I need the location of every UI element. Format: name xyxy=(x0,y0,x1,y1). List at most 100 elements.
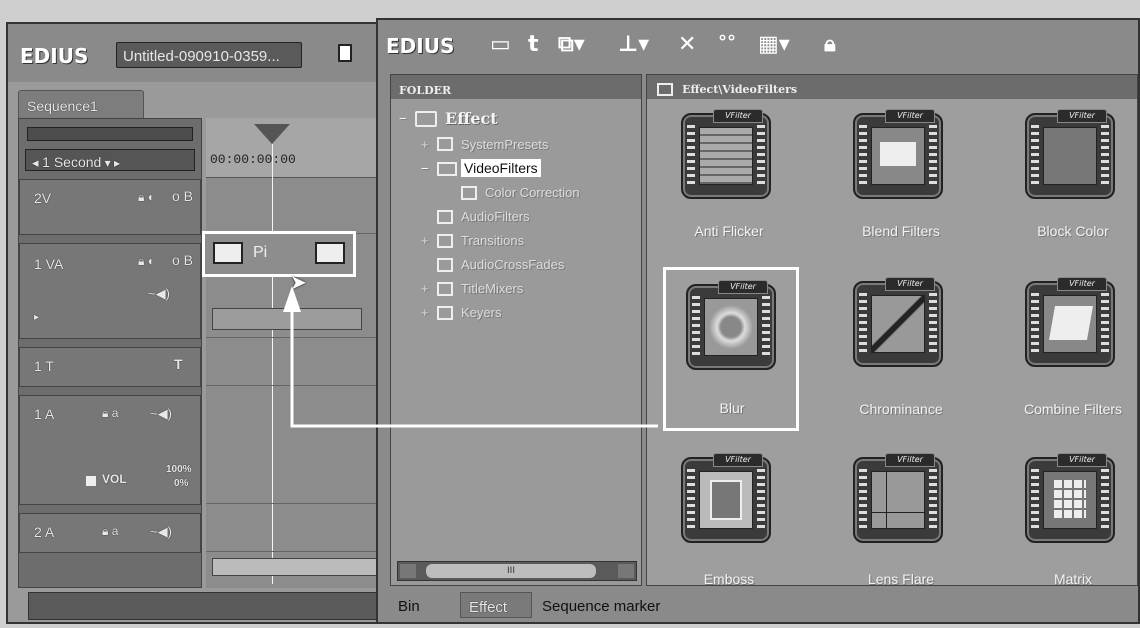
audio-waveform-icon[interactable]: ~◀) xyxy=(150,406,172,422)
track-lock-icon[interactable]: 🔒︎ ◐ xyxy=(138,190,155,205)
track-lock-icon[interactable]: 🔒︎ ◐ xyxy=(138,254,155,269)
tree-label: AudioFilters xyxy=(461,209,530,224)
tree-item-transitions[interactable]: + Transitions xyxy=(421,231,641,253)
track-name: 2V xyxy=(34,190,52,206)
track-header-2a[interactable]: 2 A 🔒︎ a ~◀) xyxy=(19,513,201,553)
folder-icon[interactable]: ▭ xyxy=(490,34,511,56)
tree-toggle[interactable]: + xyxy=(421,305,429,320)
folder-icon xyxy=(437,210,453,224)
folder-open-icon xyxy=(437,162,457,176)
effect-item-anti-flicker[interactable]: VFilter Anti Flicker xyxy=(647,103,811,263)
effect-label: Matrix xyxy=(1053,571,1093,586)
tree-item-effect[interactable]: − Effect xyxy=(399,109,619,133)
tree-toggle[interactable]: + xyxy=(421,233,429,248)
track-lock-icon[interactable]: 🔒︎ a xyxy=(102,524,118,539)
matrix-icon: VFilter xyxy=(1025,453,1115,543)
up-folder-icon[interactable]: t xyxy=(528,34,539,56)
track-header-1t[interactable]: 1 T T xyxy=(19,347,201,387)
effect-item-matrix[interactable]: VFilter Matrix xyxy=(991,443,1137,586)
tab-bin[interactable]: Bin xyxy=(390,592,450,618)
tab-sequence1[interactable]: Sequence1 xyxy=(18,90,144,118)
clip-thumbnail-icon xyxy=(315,242,345,264)
audio-clip-bar[interactable] xyxy=(212,308,362,330)
time-ruler[interactable] xyxy=(206,118,382,178)
track-header-2v[interactable]: 2V 🔒︎ ◐ o B xyxy=(19,179,201,235)
effect-item-lens-flare[interactable]: VFilter Lens Flare xyxy=(819,443,983,585)
properties-icon[interactable]: °° xyxy=(718,34,736,52)
app-logo: EDIUS xyxy=(386,34,455,58)
scroll-thumb[interactable]: III xyxy=(426,564,596,578)
lens-flare-icon: VFilter xyxy=(853,453,943,543)
effect-item-blur[interactable]: VFilter Blur xyxy=(663,267,799,431)
playhead-marker[interactable] xyxy=(254,124,290,144)
copy-icon[interactable]: ⧉▾ xyxy=(558,34,585,56)
tab-sequence-marker-label: Sequence marker xyxy=(542,598,661,615)
tree-item-color-correction[interactable]: Color Correction xyxy=(457,183,637,205)
track-name: 1 A xyxy=(34,406,55,422)
audio-waveform-icon[interactable]: ~◀) xyxy=(148,286,170,302)
effect-item-emboss[interactable]: VFilter Emboss xyxy=(647,443,811,585)
tree-toggle[interactable]: + xyxy=(421,281,429,296)
track-header-column: ◂ 1 Second ▾ ▸ 2V 🔒︎ ◐ o B 1 VA 🔒︎ ◐ o B… xyxy=(18,118,202,588)
tree-item-keyers[interactable]: + Keyers xyxy=(421,303,641,325)
effect-label: Blur xyxy=(719,400,745,416)
project-title: Untitled-090910-0359... xyxy=(123,48,280,65)
tree-item-systempresets[interactable]: + SystemPresets xyxy=(421,135,641,157)
path-folder-icon xyxy=(657,83,673,96)
effect-item-combine-filters[interactable]: VFilter Combine Filters xyxy=(991,267,1137,427)
folder-scrollbar[interactable]: III xyxy=(397,561,637,581)
tree-toggle[interactable]: + xyxy=(421,137,429,152)
add-to-timeline-icon[interactable]: ⊥▾ xyxy=(618,34,649,56)
track-row-2v[interactable] xyxy=(206,178,382,234)
expand-arrow-icon[interactable]: ▸ xyxy=(34,312,39,323)
delete-icon[interactable]: ✕ xyxy=(678,34,696,56)
lock-icon[interactable]: 🔒︎ xyxy=(824,34,836,56)
effect-label: Block Color xyxy=(1037,223,1109,239)
effect-item-block-color[interactable]: VFilter Block Color xyxy=(991,103,1137,263)
emboss-icon: VFilter xyxy=(681,453,771,543)
tree-toggle[interactable]: − xyxy=(399,111,407,126)
scroll-left-arrow[interactable] xyxy=(400,564,416,578)
audio-waveform-icon[interactable]: ~◀) xyxy=(150,524,172,540)
track-row-1a[interactable] xyxy=(206,394,382,504)
track-controls[interactable]: o B xyxy=(172,252,193,268)
view-mode-icon[interactable]: ▦▾ xyxy=(758,34,790,56)
zoom-slider[interactable] xyxy=(27,127,193,141)
track-header-1a[interactable]: 1 A 🔒︎ a ~◀) VOL 100% 0% xyxy=(19,395,201,505)
zoom-label: 1 Second xyxy=(42,154,102,170)
video-clip[interactable]: Pi xyxy=(202,231,356,277)
track-header-1va[interactable]: 1 VA 🔒︎ ◐ o B ~◀) ▸ xyxy=(19,243,201,339)
timeline-scrollbar[interactable] xyxy=(212,558,380,576)
tree-item-titlemixers[interactable]: + TitleMixers xyxy=(421,279,641,301)
project-title-field[interactable]: Untitled-090910-0359... xyxy=(116,42,302,68)
combine-filters-icon: VFilter xyxy=(1025,277,1115,367)
zoom-selector[interactable]: ◂ 1 Second ▾ ▸ xyxy=(25,149,195,171)
track-controls[interactable]: T xyxy=(174,356,183,372)
effect-label: Blend Filters xyxy=(862,223,940,239)
effect-item-blend-filters[interactable]: VFilter Blend Filters xyxy=(819,103,983,263)
new-project-icon[interactable] xyxy=(338,44,352,62)
timecode-display: 00:00:00:00 xyxy=(210,152,296,167)
tab-effect[interactable]: Effect xyxy=(460,592,532,618)
track-lock-icon[interactable]: 🔒︎ a xyxy=(102,406,118,421)
tree-item-audiofilters[interactable]: AudioFilters xyxy=(437,207,637,229)
vol-icon xyxy=(86,476,96,486)
sequence-tab-label: Sequence1 xyxy=(27,98,98,114)
tree-label: Effect xyxy=(445,109,498,128)
tree-toggle[interactable]: − xyxy=(421,161,429,176)
timeline-title-bar: EDIUS Untitled-090910-0359... xyxy=(8,24,382,82)
track-row-2a[interactable] xyxy=(206,512,382,552)
track-row-1t[interactable] xyxy=(206,346,382,386)
path-header: Effect\VideoFilters xyxy=(682,83,798,96)
effect-item-chrominance[interactable]: VFilter Chrominance xyxy=(819,267,983,427)
tab-sequence-marker[interactable]: Sequence marker xyxy=(536,592,710,618)
scroll-right-arrow[interactable] xyxy=(618,564,634,578)
effect-label: Emboss xyxy=(703,571,755,586)
vol-label: VOL xyxy=(102,472,127,486)
track-controls[interactable]: o B xyxy=(172,188,193,204)
folder-tree: − Effect + SystemPresets − VideoFilters … xyxy=(391,103,641,563)
timeline-area[interactable]: 00:00:00:00 xyxy=(206,118,382,588)
tree-item-videofilters[interactable]: − VideoFilters xyxy=(421,159,641,183)
bottom-tab-bar: Bin Effect Sequence marker xyxy=(390,588,1138,622)
tree-item-audiocrossfades[interactable]: AudioCrossFades xyxy=(437,255,637,277)
